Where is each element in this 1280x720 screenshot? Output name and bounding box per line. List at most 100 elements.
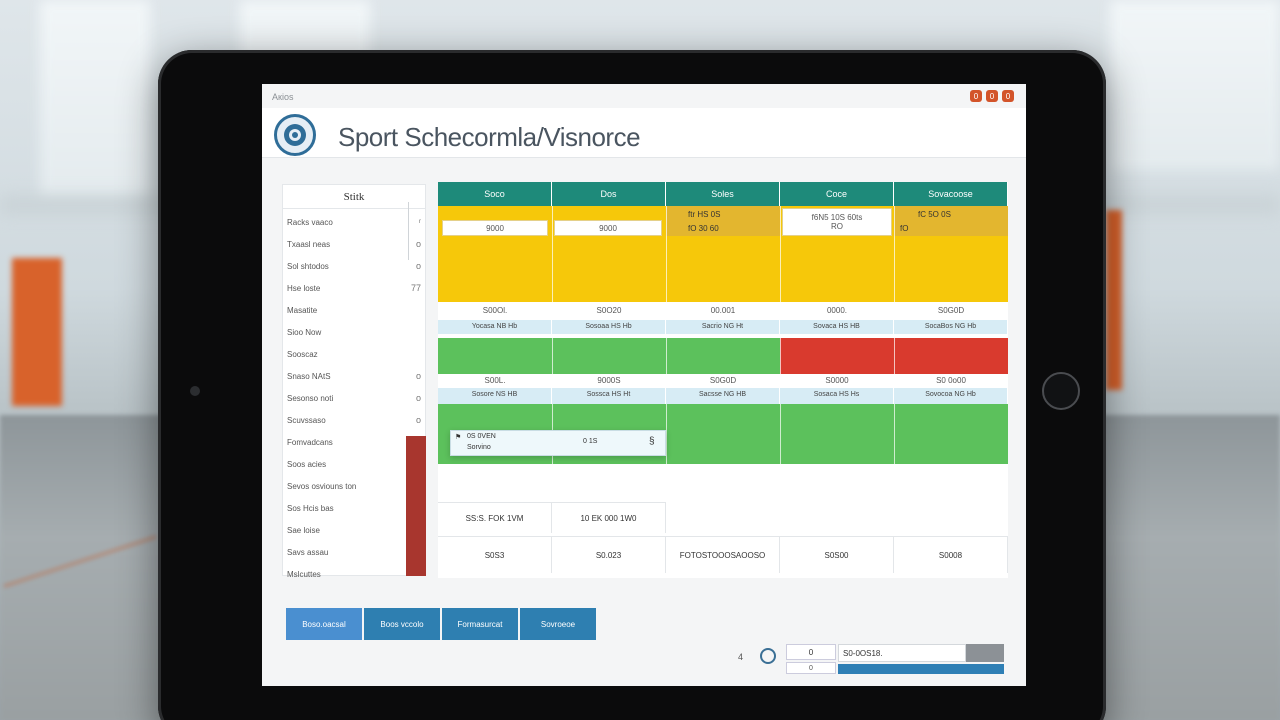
chevron-icon: ο (415, 261, 421, 271)
sidebar-item-label: Scuvssaso (287, 415, 326, 425)
app-label: Акios (272, 92, 294, 102)
event-chip-text: ftr HS 0S (688, 210, 721, 219)
sidebar-item[interactable]: Snaso NAtS ο (283, 365, 427, 387)
sidebar-scrollbar[interactable] (408, 202, 409, 260)
logo-icon (274, 114, 316, 156)
sidebar-item[interactable]: Sooscaz (283, 343, 427, 365)
grid-cell[interactable]: S0008 (894, 537, 1008, 573)
strip-cell: Yocasa NB Hb (438, 320, 552, 334)
prev-arrow-icon[interactable]: 4 (738, 652, 743, 662)
maximize-button[interactable]: 0 (986, 90, 998, 102)
go-button[interactable] (966, 644, 1004, 662)
grid-cell[interactable]: SS:S. FOK 1VM (438, 503, 552, 533)
sidebar-item[interactable]: Sioo Now (283, 321, 427, 343)
popover-title: 0S 0VEN (467, 433, 496, 440)
close-button[interactable]: 0 (1002, 90, 1014, 102)
schedule-grid: Soco Dos Soles Coce Sovacoose 9000 9000 … (438, 182, 1008, 578)
sidebar-item[interactable]: Sesonso noti ο (283, 387, 427, 409)
popover-flag-icon: ⚑ (455, 434, 462, 441)
refresh-icon[interactable] (760, 648, 776, 664)
progress-bar (838, 664, 1004, 674)
strip-cell: Sovocoa NG Hb (894, 388, 1008, 404)
sidebar-item[interactable]: Txaasl neas ο (283, 233, 427, 255)
app-header: Sport Schecormla/Visnorce (262, 108, 1026, 158)
sidebar-item-label: Sos Hcis bas (287, 503, 334, 513)
sidebar-item[interactable]: Hse loste 77 (283, 277, 427, 299)
chevron-icon: ο (415, 393, 421, 403)
action-button[interactable]: Boos vccolo (364, 608, 440, 640)
strip-cell: Sosaca HS Hs (780, 388, 894, 404)
strip-cell: Sacrio NG Ht (666, 320, 780, 334)
column-header[interactable]: Dos (552, 182, 666, 206)
sidebar: Stitk Racks vaaco ʳ Txaasl neas ο Sol shtodo… (282, 184, 427, 579)
strip-cell: SocaBos NG Hb (894, 320, 1008, 334)
action-button[interactable]: Formasurcat (442, 608, 518, 640)
event-chip-text: fO 30 60 (688, 224, 719, 233)
popover-time: 0 1S (583, 438, 598, 445)
column-header[interactable]: Soles (666, 182, 780, 206)
strip-cell: Sosore NS HB (438, 388, 552, 404)
yellow-event-highlight (894, 206, 1008, 236)
home-button[interactable] (1042, 372, 1080, 410)
chevron-icon: 77 (410, 283, 421, 293)
popover-close-icon[interactable]: § (649, 436, 655, 447)
action-button[interactable]: Sovroeoe (520, 608, 596, 640)
action-button[interactable]: Boso.oacsal (286, 608, 362, 640)
time-label: S0G0D (709, 376, 737, 385)
time-label: S0O20 (596, 306, 622, 315)
grid-cell[interactable]: 10 EK 000 1W0 (552, 503, 666, 533)
grid-cell[interactable]: S0S00 (780, 537, 894, 573)
grid-row: S0S3 S0.023 FOTOSTOOOSAOOSO S0S00 S0008 (438, 536, 1008, 573)
camera-dot (190, 386, 200, 396)
sidebar-item[interactable]: Scuvssaso ο (283, 409, 427, 431)
minimize-button[interactable]: 0 (970, 90, 982, 102)
sidebar-item-label: Sesonso noti (287, 393, 334, 403)
sidebar-item-label: Hse loste (287, 283, 321, 293)
tablet-device: Акios 0 0 0 Sport Schecormla/Visnorce St… (158, 50, 1106, 720)
event-chip-text: f6N5 10S 60ts (811, 213, 863, 222)
sidebar-item-label: Mslcuttes (287, 569, 321, 579)
sidebar-item-label: Sevos osviouns ton (287, 481, 357, 491)
sidebar-item-label: Soos acies (287, 459, 327, 469)
strip-cell: Sovaca HS HB (780, 320, 894, 334)
window-controls: 0 0 0 (970, 90, 1014, 102)
sidebar-item-label: Sae loise (287, 525, 320, 535)
grid-header: Soco Dos Soles Coce Sovacoose (438, 182, 1008, 206)
sidebar-item[interactable]: Racks vaaco ʳ (283, 211, 427, 233)
event-chip[interactable]: 9000 (442, 220, 548, 236)
page-number[interactable]: 0 (786, 644, 836, 660)
column-header[interactable]: Coce (780, 182, 894, 206)
sidebar-item-label: Savs assau (287, 547, 329, 557)
yellow-event-highlight (666, 206, 780, 236)
time-label: S0000 (825, 376, 849, 385)
event-popover[interactable]: ⚑ 0S 0VEN Sorvino 0 1S § (450, 430, 666, 456)
time-label: 0000. (826, 306, 848, 315)
pager-input[interactable]: S0-0OS18. (838, 644, 966, 662)
time-label: S00Ol. (482, 306, 508, 315)
popover-subtitle: Sorvino (467, 444, 491, 451)
sidebar-item[interactable]: Masatite (283, 299, 427, 321)
grid-row: SS:S. FOK 1VM 10 EK 000 1W0 (438, 502, 666, 533)
chevron-icon: ο (415, 415, 421, 425)
sidebar-item-label: Racks vaaco (287, 217, 333, 227)
time-label: S0G0D (937, 306, 965, 315)
event-chip-text: fC 5O 0S (918, 210, 951, 219)
sidebar-item[interactable]: Sol shtodos ο (283, 255, 427, 277)
strip-cell: Sosoaa HS Hb (552, 320, 666, 334)
sidebar-scroll-thumb[interactable] (406, 436, 426, 576)
page-title: Sport Schecormla/Visnorce (338, 122, 641, 152)
grid-cell[interactable]: S0.023 (552, 537, 666, 573)
time-label: S0 0o00 (936, 376, 966, 385)
chevron-icon: ʳ (418, 217, 421, 227)
grid-cell[interactable]: FOTOSTOOOSAOOSO (666, 537, 780, 573)
column-header[interactable]: Sovacoose (894, 182, 1008, 206)
pager: 4 0 0 S0-0OS18. (738, 644, 1026, 678)
time-label: 9000S (597, 376, 621, 385)
event-chip[interactable]: 9000 (554, 220, 662, 236)
event-chip[interactable]: f6N5 10S 60ts RO (782, 208, 892, 236)
column-header[interactable]: Soco (438, 182, 552, 206)
time-label: 00.001 (710, 306, 736, 315)
event-chip-text: fO (900, 224, 909, 233)
grid-cell[interactable]: S0S3 (438, 537, 552, 573)
app-screen: Акios 0 0 0 Sport Schecormla/Visnorce St… (262, 84, 1026, 686)
